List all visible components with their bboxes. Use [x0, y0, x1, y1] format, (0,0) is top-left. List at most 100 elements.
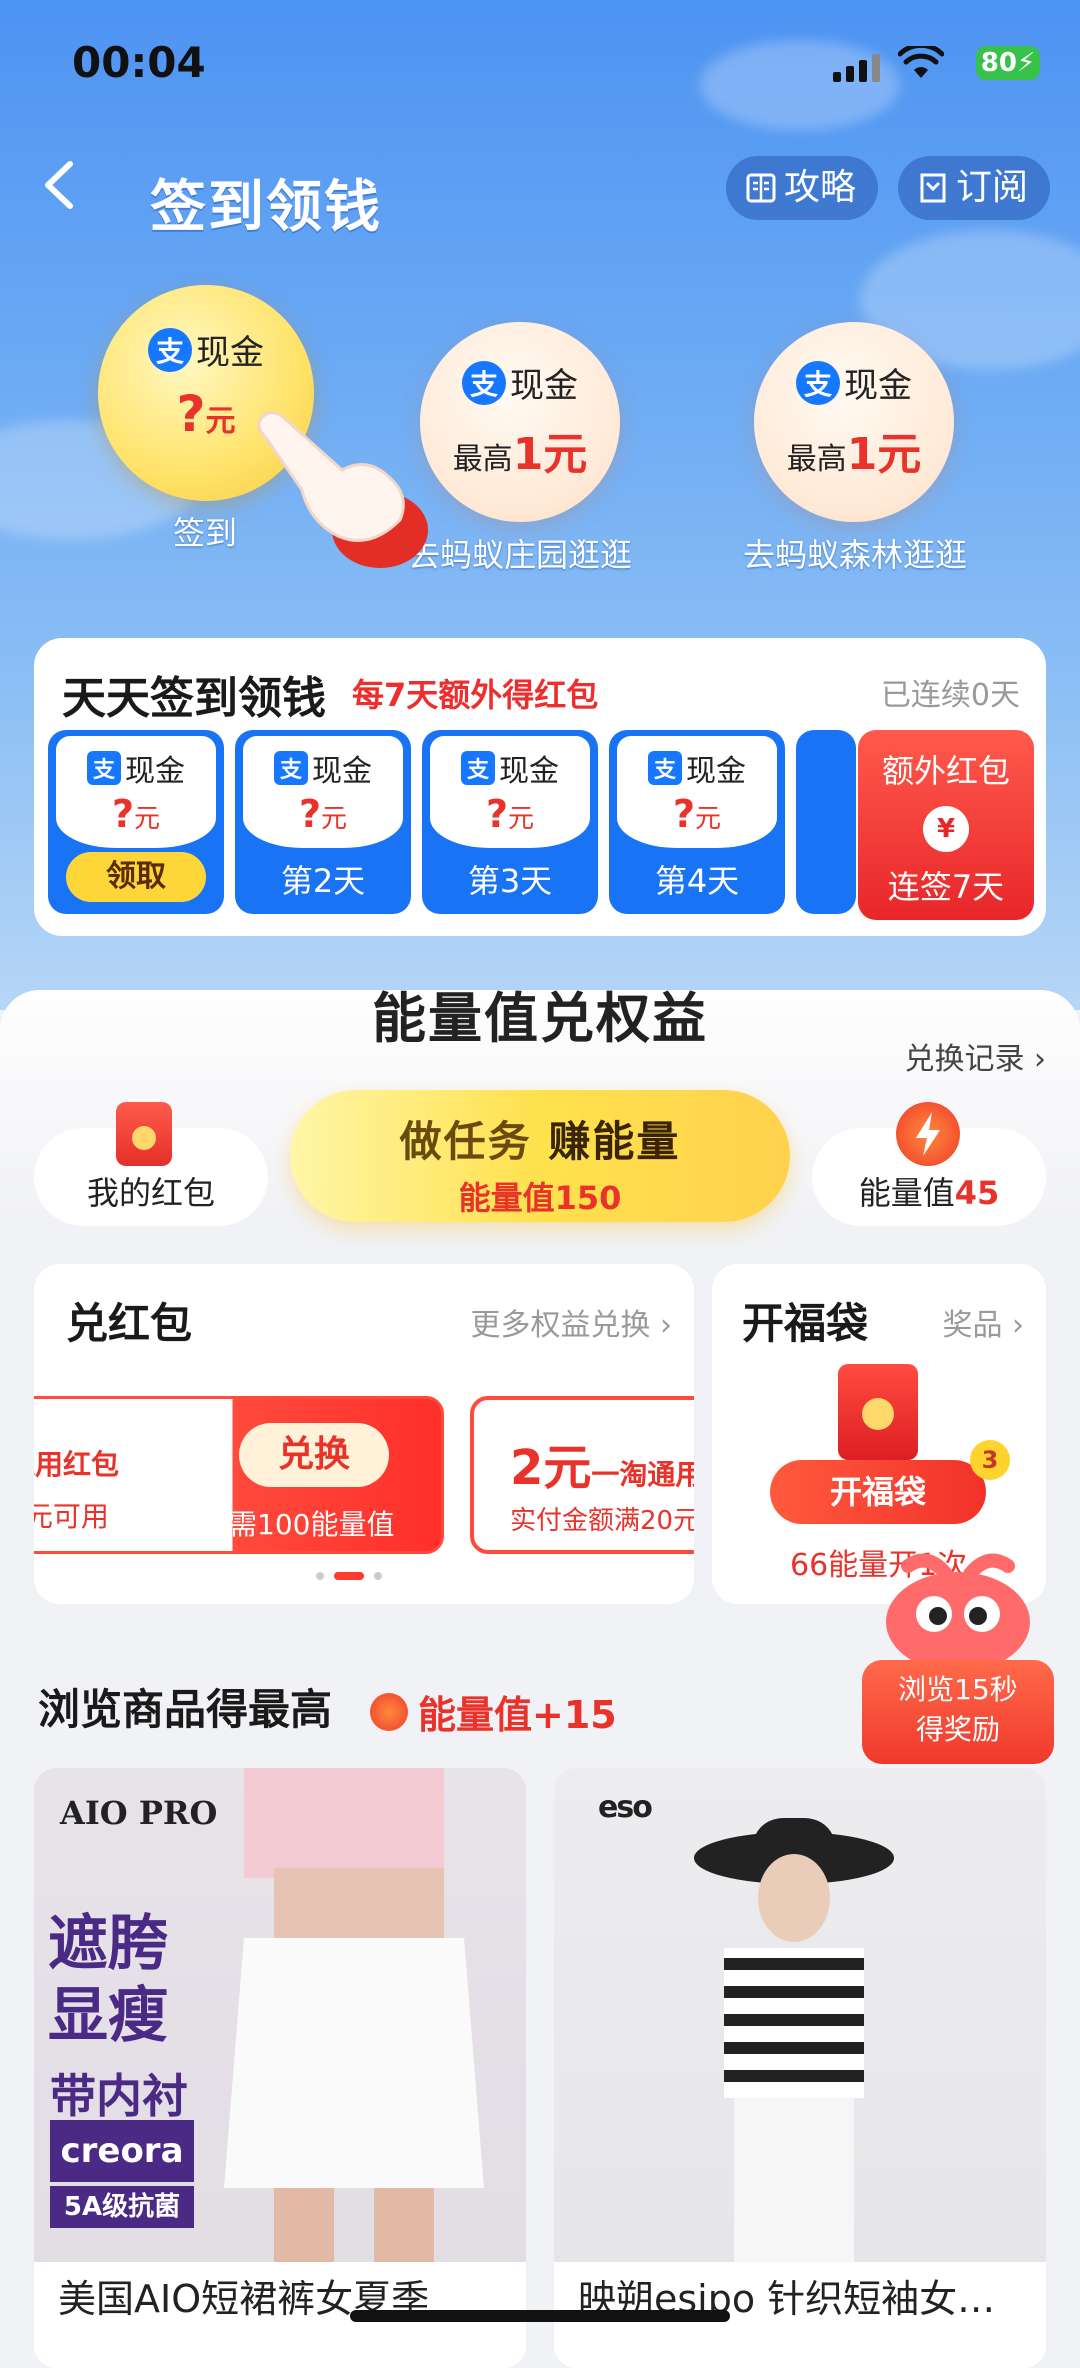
- signal-icon: [833, 52, 880, 82]
- coin-label: 现金: [844, 366, 912, 406]
- home-indicator: [350, 2310, 730, 2322]
- coin-label: 现金: [196, 333, 264, 373]
- alipay-icon: 支: [796, 360, 840, 405]
- day-card-1[interactable]: 支现金 ?元 领取: [48, 730, 224, 914]
- creora-badge: creora: [50, 2120, 194, 2182]
- open-lucky-bag-button[interactable]: 开福袋: [770, 1460, 986, 1524]
- daily-signin-card: 天天签到领钱 每7天额外得红包 已连续0天 支现金 ?元 领取 支现金 ?元 第…: [34, 638, 1046, 936]
- day-amount: ?: [111, 792, 135, 836]
- day-unit: 元: [134, 804, 161, 834]
- coupon2-suffix: 一淘通用: [591, 1458, 694, 1491]
- page-title: 签到领钱: [150, 175, 382, 240]
- coin-unit: 元: [205, 404, 236, 439]
- redeem-title: 兑红包: [66, 1299, 193, 1348]
- task-label-2: 赚能量: [548, 1117, 681, 1166]
- day-unit: 元: [508, 804, 535, 834]
- lucky-bag-icon: [838, 1364, 918, 1460]
- bell-icon: [920, 173, 946, 203]
- exchange-button[interactable]: 兑换: [239, 1423, 389, 1487]
- day-card-2[interactable]: 支现金 ?元 第2天: [235, 730, 411, 914]
- my-redpack-label: 我的红包: [86, 1174, 215, 1212]
- lightning-icon: [370, 1692, 408, 1731]
- browse-reward-float[interactable]: 浏览15秒 得奖励: [862, 1660, 1054, 1764]
- day-card-4[interactable]: 支现金 ?元 第4天: [609, 730, 785, 914]
- guide-button[interactable]: 攻略: [726, 156, 879, 220]
- coupon-yitao[interactable]: 2元一淘通用 实付金额满20元: [470, 1396, 694, 1554]
- prizes-label: 奖品: [942, 1308, 1003, 1343]
- day-label: 现金: [312, 754, 372, 789]
- history-label: 兑换记录: [904, 1042, 1025, 1077]
- coin-prefix: 最高: [786, 442, 847, 477]
- count-badge: 3: [970, 1440, 1010, 1480]
- coin-label: 现金: [510, 366, 578, 406]
- status-time: 00:04: [72, 38, 206, 87]
- alipay-icon: 支: [87, 751, 121, 785]
- day-label: 现金: [125, 754, 185, 789]
- alipay-icon: 支: [148, 327, 192, 372]
- coin-prefix: 最高: [452, 442, 513, 477]
- carousel-dots: [316, 1572, 382, 1580]
- forest-caption[interactable]: 去蚂蚁森林逛逛: [720, 530, 990, 576]
- day-label: 现金: [499, 754, 559, 789]
- day-card-5-partial[interactable]: [796, 730, 856, 914]
- coupon2-amount: 2元: [510, 1440, 592, 1496]
- subscribe-button[interactable]: 订阅: [898, 156, 1051, 220]
- extra-bottom: 连签7天: [887, 868, 1005, 906]
- battery-level: 80: [980, 48, 1017, 78]
- pointing-hand-icon: [257, 411, 428, 568]
- coupon1-title: 通用红包: [34, 1448, 120, 1481]
- more-benefits-link[interactable]: 更多权益兑换 ›: [470, 1300, 672, 1344]
- product-image: AIO PRO 遮胯 显瘦 带内衬 creora 5A级抗菌: [34, 1768, 526, 2262]
- day-number: 第3天: [467, 862, 553, 900]
- float-line1: 浏览15秒: [898, 1673, 1018, 1706]
- energy-value: 45: [954, 1174, 1000, 1212]
- back-arrow-icon[interactable]: [40, 160, 80, 210]
- day-label: 现金: [686, 754, 746, 789]
- product-brand: AIO PRO: [60, 1794, 218, 1832]
- daily-subtitle: 每7天额外得红包: [352, 676, 599, 714]
- coupon-general[interactable]: 通用红包 0元可用 兑换 需100能量值: [34, 1396, 444, 1554]
- coin-amount: ?: [176, 385, 206, 443]
- browse-energy-value: 能量值+15: [418, 1693, 617, 1737]
- mascot-icon[interactable]: [868, 1552, 1048, 1672]
- subscribe-label: 订阅: [956, 167, 1029, 208]
- coupon2-sub: 实付金额满20元: [510, 1506, 694, 1536]
- redpack-icon: [116, 1102, 172, 1166]
- product-card[interactable]: eso 映朔esipo 针织短袖女…: [554, 1768, 1046, 2368]
- day-number: 第4天: [654, 862, 740, 900]
- battery-indicator: 80⚡: [976, 46, 1040, 80]
- promo-line2: 显瘦: [48, 1981, 168, 2051]
- browse-energy: 能量值+15: [370, 1684, 617, 1739]
- yen-icon: ¥: [923, 806, 969, 852]
- promo-line3: 带内衬: [50, 2069, 188, 2123]
- lucky-title: 开福袋: [742, 1299, 869, 1348]
- prizes-link[interactable]: 奖品 ›: [942, 1300, 1024, 1344]
- extra-title: 额外红包: [881, 752, 1010, 790]
- claim-button[interactable]: 领取: [66, 852, 206, 902]
- task-earn-energy-button[interactable]: 做任务 赚能量 能量值150: [290, 1090, 790, 1222]
- day-amount: ?: [485, 792, 509, 836]
- book-icon: [746, 173, 776, 203]
- product-card[interactable]: AIO PRO 遮胯 显瘦 带内衬 creora 5A级抗菌 美国AIO短裙裤女夏…: [34, 1768, 526, 2368]
- alipay-icon: 支: [648, 751, 682, 785]
- task-label-1: 做任务: [399, 1117, 532, 1166]
- coupon1-sub: 0元可用: [34, 1500, 109, 1533]
- redeem-redpack-card: 兑红包 更多权益兑换 › 通用红包 0元可用 兑换 需100能量值 2元一淘通用…: [34, 1264, 694, 1604]
- day-amount: ?: [298, 792, 322, 836]
- exchange-history-link[interactable]: 兑换记录 ›: [904, 1034, 1046, 1078]
- lightning-icon: [896, 1102, 960, 1166]
- more-label: 更多权益兑换: [470, 1308, 651, 1343]
- alipay-icon: 支: [462, 360, 506, 405]
- antibacterial-badge: 5A级抗菌: [50, 2186, 194, 2228]
- extra-redpack-card[interactable]: 额外红包 ¥ 连签7天: [858, 730, 1034, 920]
- promo-line1: 遮胯: [48, 1909, 168, 1979]
- daily-streak: 已连续0天: [880, 678, 1020, 713]
- alipay-icon: 支: [461, 751, 495, 785]
- day-unit: 元: [695, 804, 722, 834]
- float-line2: 得奖励: [915, 1713, 1000, 1746]
- day-card-3[interactable]: 支现金 ?元 第3天: [422, 730, 598, 914]
- forest-coin[interactable]: 支现金 最高1元: [754, 322, 954, 522]
- coupon1-need: 需100能量值: [229, 1508, 395, 1541]
- energy-label: 能量值: [858, 1174, 955, 1212]
- daily-title: 天天签到领钱: [62, 673, 326, 724]
